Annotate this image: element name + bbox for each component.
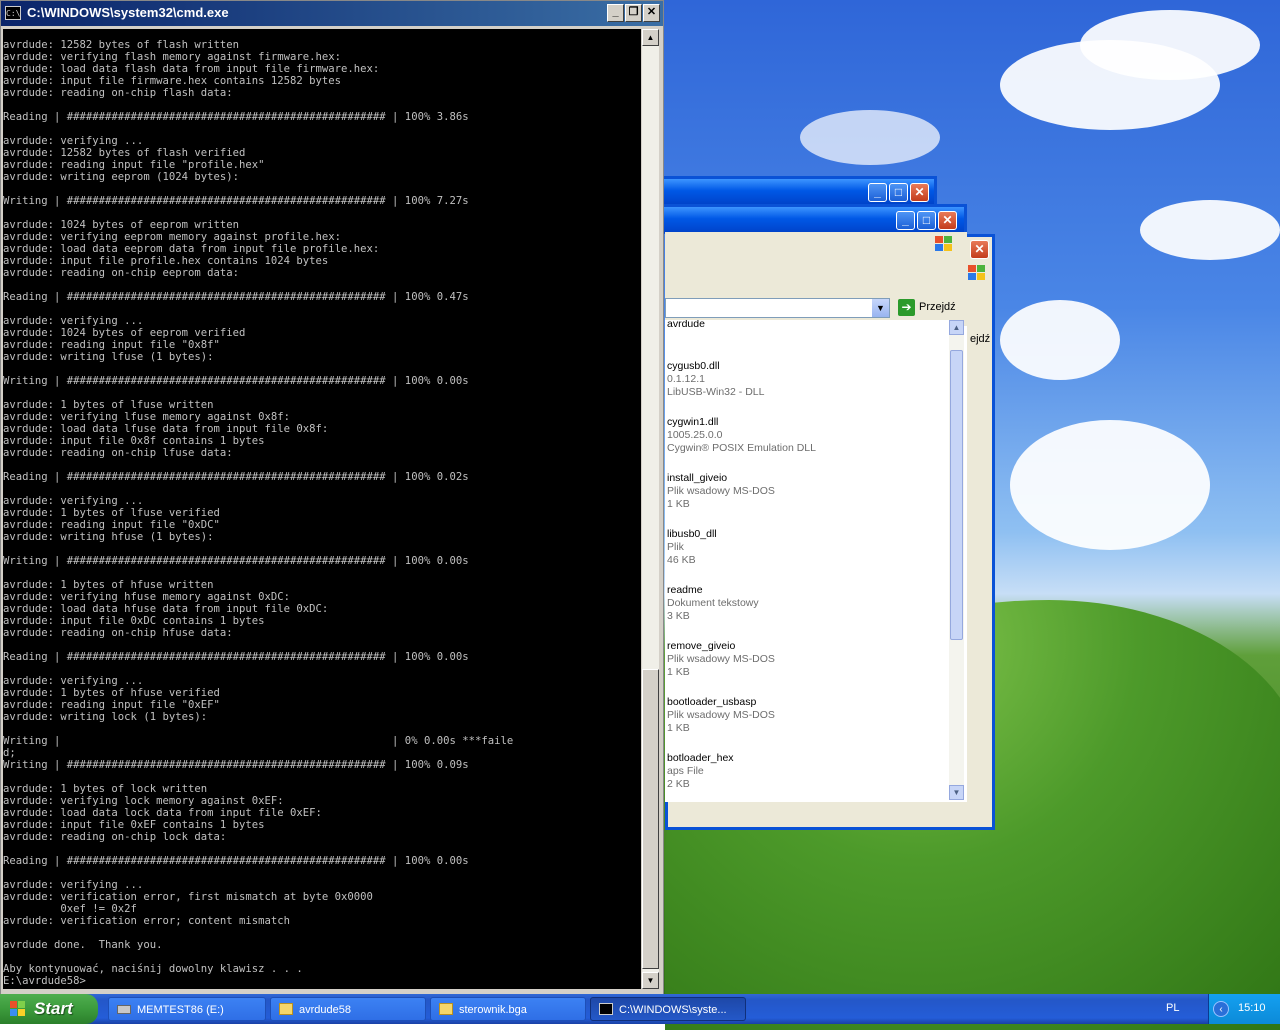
folder-icon (439, 1003, 453, 1015)
file-name: remove_giveio (667, 640, 736, 652)
list-item[interactable]: remove_giveio Plik wsadowy MS-DOS 1 KB (667, 640, 775, 679)
scroll-thumb[interactable] (950, 350, 963, 640)
scroll-down-icon[interactable]: ▼ (949, 785, 964, 800)
minimize-button[interactable]: _ (896, 211, 915, 230)
cloud (1000, 300, 1120, 380)
scroll-down-icon[interactable]: ▼ (642, 972, 659, 989)
list-item[interactable]: readme Dokument tekstowy 3 KB (667, 584, 759, 623)
file-detail: Dokument tekstowy (667, 597, 759, 609)
start-label: Start (34, 999, 73, 1018)
restore-button[interactable]: ❐ (625, 4, 642, 22)
taskbar-item-memtest86[interactable]: MEMTEST86 (E:) (108, 997, 266, 1021)
file-name: avrdude (667, 320, 705, 330)
cmd-window[interactable]: C:\ C:\WINDOWS\system32\cmd.exe _ ❐ ✕ av… (0, 0, 664, 996)
file-detail: 0.1.12.1 (667, 373, 705, 385)
console-output: avrdude: 12582 bytes of flash written av… (3, 39, 514, 987)
background-window-1[interactable]: _ □ ✕ (655, 176, 937, 206)
taskbar-item-label: avrdude58 (299, 1004, 351, 1016)
chevron-left-icon[interactable]: ‹ (1213, 1001, 1229, 1017)
cloud (1010, 420, 1210, 550)
list-item[interactable]: cygwin1.dll 1005.25.0.0 Cygwin® POSIX Emul… (667, 416, 816, 455)
file-detail: LibUSB-Win32 - DLL (667, 386, 765, 398)
cmd-titlebar[interactable]: C:\ C:\WINDOWS\system32\cmd.exe _ ❐ ✕ (1, 1, 663, 26)
cloud (1080, 10, 1260, 80)
list-item[interactable]: bootloader_usbasp Plik wsadowy MS-DOS 1 KB (667, 696, 775, 735)
list-item[interactable]: avrdude (667, 320, 705, 331)
windows-logo-icon (935, 236, 955, 254)
system-tray: PL ‹ 15:10 (1156, 994, 1280, 1024)
list-item[interactable]: botloader_hex aps File 2 KB (667, 752, 734, 791)
console-output-area[interactable]: avrdude: 12582 bytes of flash written av… (3, 29, 641, 989)
windows-logo-icon (968, 265, 988, 283)
background-window-3[interactable]: _ □ ✕ (655, 204, 967, 234)
list-item[interactable]: install_giveio Plik wsadowy MS-DOS 1 KB (667, 472, 775, 511)
file-detail: Plik wsadowy MS-DOS (667, 485, 775, 497)
close-button[interactable]: ✕ (910, 183, 929, 202)
file-detail: 1 KB (667, 722, 690, 734)
file-name: cygusb0.dll (667, 360, 720, 372)
cloud (1140, 200, 1280, 260)
file-list: avrdude cygusb0.dll 0.1.12.1 LibUSB-Win32 … (665, 320, 949, 800)
taskbar-item-label: MEMTEST86 (E:) (137, 1004, 224, 1016)
file-name: botloader_hex (667, 752, 734, 764)
start-button[interactable]: Start (0, 994, 98, 1024)
explorer-window[interactable]: ▼ ➔ Przejdź avrdude cygusb0.dll 0.1.12.1 L… (665, 232, 967, 802)
file-detail: aps File (667, 765, 704, 777)
file-detail: Plik wsadowy MS-DOS (667, 653, 775, 665)
cmd-icon (599, 1003, 613, 1015)
taskbar-item-label: C:\WINDOWS\syste... (619, 1004, 727, 1016)
file-detail: Plik (667, 541, 684, 553)
file-detail: 46 KB (667, 554, 696, 566)
menu-bar (665, 232, 967, 259)
window-title: C:\WINDOWS\system32\cmd.exe (27, 5, 229, 20)
close-button[interactable]: ✕ (970, 240, 989, 259)
go-arrow-icon[interactable]: ➔ (898, 299, 915, 316)
file-name: libusb0_dll (667, 528, 717, 540)
cloud (800, 110, 940, 165)
list-item[interactable]: cygusb0.dll 0.1.12.1 LibUSB-Win32 - DLL (667, 360, 764, 399)
address-bar[interactable]: ▼ (665, 298, 890, 318)
file-detail: Plik wsadowy MS-DOS (667, 709, 775, 721)
file-name: install_giveio (667, 472, 728, 484)
taskbar-item-cmd[interactable]: C:\WINDOWS\syste... (590, 997, 746, 1021)
file-name: readme (667, 584, 703, 596)
file-detail: 2 KB (667, 778, 690, 790)
file-name: cygwin1.dll (667, 416, 719, 428)
file-detail: 1005.25.0.0 (667, 429, 723, 441)
minimize-button[interactable]: _ (868, 183, 887, 202)
scroll-thumb[interactable] (642, 669, 659, 969)
file-detail: Cygwin® POSIX Emulation DLL (667, 442, 816, 454)
taskbar: Start MEMTEST86 (E:) avrdude58 sterownik… (0, 994, 1280, 1024)
scroll-up-icon[interactable]: ▲ (642, 29, 659, 46)
vertical-scrollbar[interactable]: ▲ ▼ (949, 320, 964, 800)
folder-icon (279, 1003, 293, 1015)
go-button[interactable]: Przejdź (919, 301, 956, 313)
clock[interactable]: 15:10 (1238, 1002, 1266, 1014)
file-detail: 3 KB (667, 610, 690, 622)
list-item[interactable]: libusb0_dll Plik 46 KB (667, 528, 717, 567)
scroll-up-icon[interactable]: ▲ (949, 320, 964, 335)
windows-logo-icon (10, 1001, 27, 1017)
taskbar-item-avrdude58[interactable]: avrdude58 (270, 997, 426, 1021)
minimize-button[interactable]: _ (607, 4, 624, 22)
maximize-button[interactable]: □ (917, 211, 936, 230)
taskbar-item-label: sterownik.bga (459, 1004, 527, 1016)
close-button[interactable]: ✕ (643, 4, 660, 22)
go-button-label[interactable]: ejdź (970, 333, 990, 345)
file-name: bootloader_usbasp (667, 696, 757, 708)
cmd-icon: C:\ (5, 6, 21, 20)
language-indicator[interactable]: PL (1166, 1002, 1179, 1014)
drive-icon (117, 1005, 131, 1014)
maximize-button[interactable]: □ (889, 183, 908, 202)
file-detail: 1 KB (667, 666, 690, 678)
chevron-down-icon[interactable]: ▼ (872, 299, 889, 317)
taskbar-item-sterownik[interactable]: sterownik.bga (430, 997, 586, 1021)
close-button[interactable]: ✕ (938, 211, 957, 230)
file-detail: 1 KB (667, 498, 690, 510)
vertical-scrollbar[interactable]: ▲ ▼ (642, 29, 659, 989)
